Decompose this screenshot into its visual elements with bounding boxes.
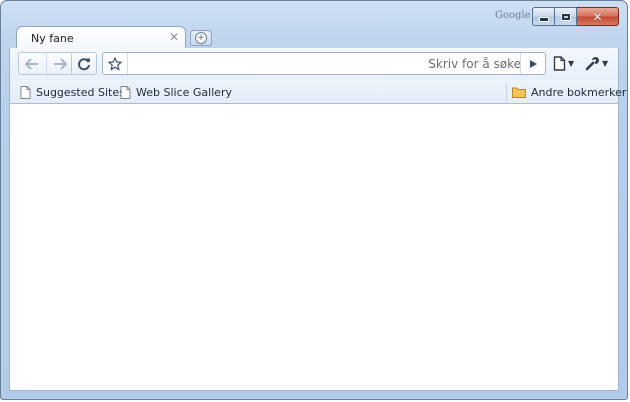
bookmark-suggested-sites[interactable]: Suggested Sites [20,84,125,100]
plus-icon: + [195,32,207,44]
play-icon [530,59,537,68]
wrench-icon [585,57,599,71]
star-icon [108,56,122,71]
page-icon [20,85,31,99]
bookmark-label: Suggested Sites [36,85,125,99]
browser-window: Google ✕ Ny fane ✕ + Skriv for å søke ▼ … [0,0,628,400]
page-icon [120,85,131,99]
other-bookmarks-folder[interactable]: Andre bokmerker [512,84,626,100]
back-arrow-icon [25,57,39,70]
chevron-down-icon: ▼ [602,59,609,68]
page-menu-button[interactable]: ▼ [553,53,574,74]
bookmarks-bar: Suggested Sites Web Slice Gallery Andre … [9,80,626,104]
new-tab-button[interactable]: + [190,30,212,46]
window-controls: ✕ [532,7,619,26]
go-button[interactable] [520,53,545,74]
tab-close-icon[interactable]: ✕ [169,30,179,44]
minimize-button[interactable] [532,7,555,26]
minimize-icon [538,17,549,22]
chevron-down-icon: ▼ [568,59,575,68]
page-icon [553,56,566,71]
bookmark-star-button[interactable] [103,53,128,74]
tab-title: Ny fane [31,32,74,45]
other-bookmarks-label: Andre bokmerker [531,85,627,99]
reload-button[interactable] [71,52,97,75]
maximize-button[interactable] [555,7,577,26]
back-button[interactable] [19,53,46,74]
address-input[interactable] [129,55,523,72]
tools-menu-button[interactable]: ▼ [585,53,608,74]
forward-button[interactable] [45,53,74,74]
omnibox [102,52,546,75]
bookmarks-separator [506,83,507,101]
close-icon: ✕ [592,9,603,24]
toolbar: ▼ ▼ [9,48,619,80]
page-content [9,104,619,391]
brand-label: Google [495,10,531,21]
close-button[interactable]: ✕ [577,7,619,26]
folder-icon [512,87,526,98]
bookmark-label: Web Slice Gallery [136,85,233,99]
forward-arrow-icon [53,57,67,70]
maximize-icon [561,13,570,20]
bookmark-web-slice-gallery[interactable]: Web Slice Gallery [120,84,232,100]
nav-button-group [18,52,74,75]
reload-icon [78,57,90,70]
tab-new-tab[interactable]: Ny fane ✕ [16,26,186,49]
